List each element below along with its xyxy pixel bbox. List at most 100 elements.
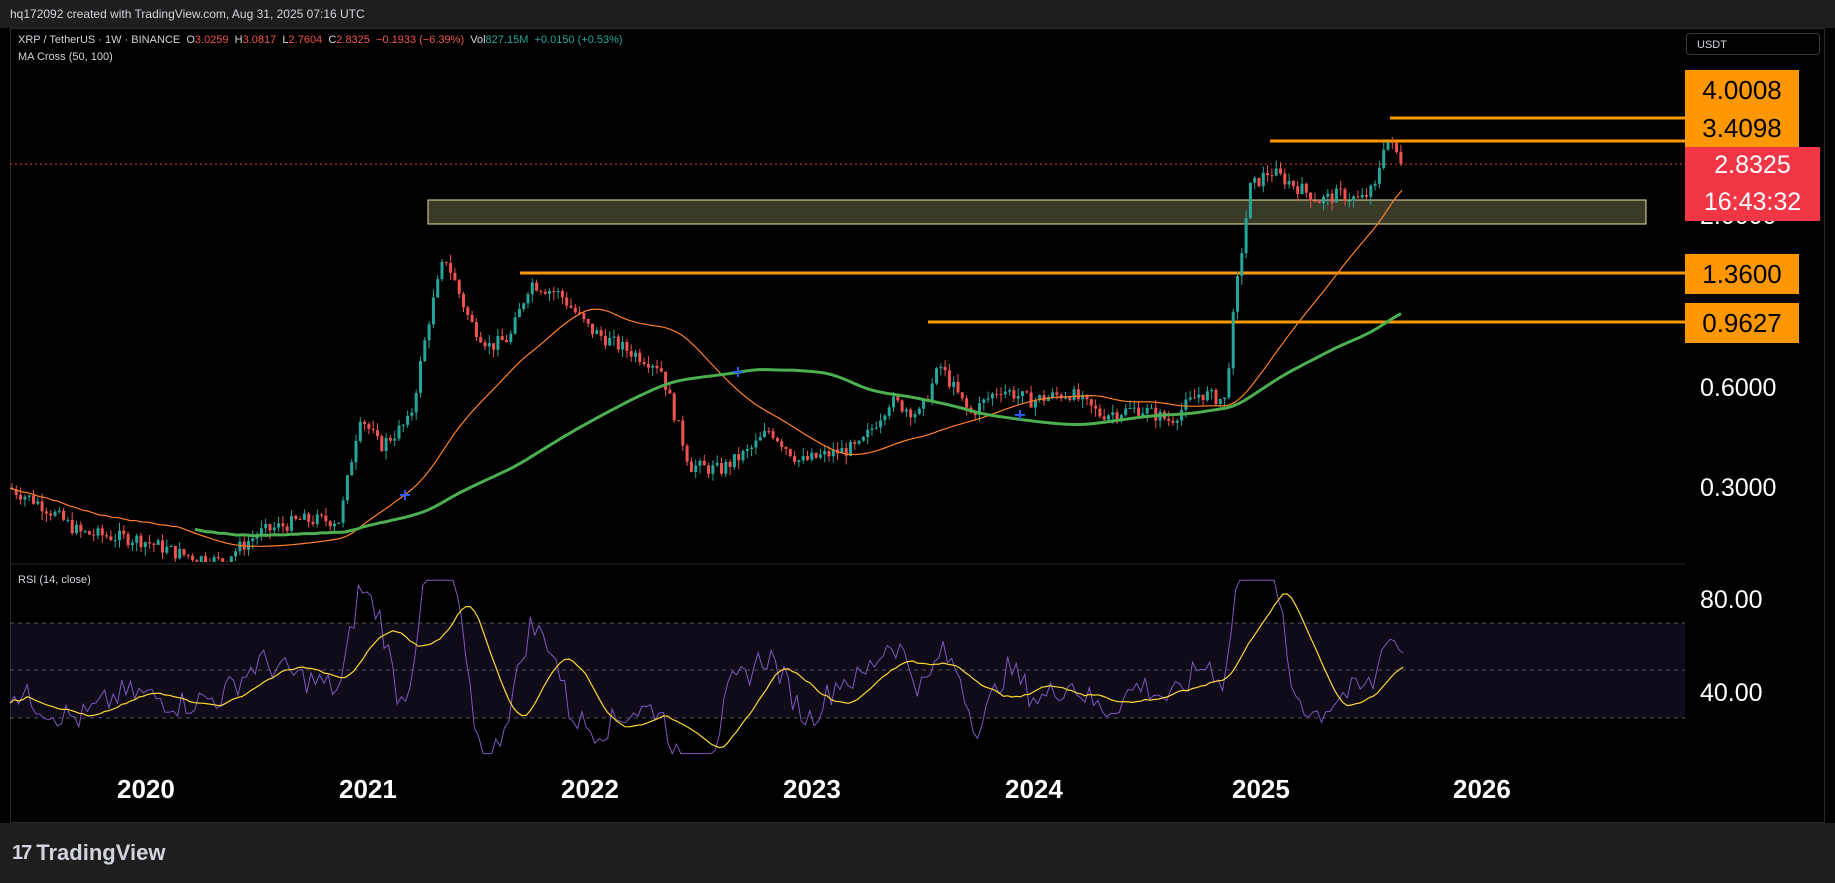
- candle-body: [853, 442, 857, 444]
- candle-body: [677, 420, 680, 422]
- candle-body: [1003, 391, 1007, 395]
- candle-body: [1137, 407, 1141, 416]
- candle-body: [526, 294, 530, 304]
- candle-body: [1231, 311, 1235, 369]
- candle-body: [535, 282, 539, 291]
- candle-body: [586, 319, 590, 324]
- candle-body: [1111, 412, 1115, 416]
- candle-body: [1025, 391, 1029, 393]
- low-value: 2.7604: [288, 34, 323, 46]
- candle-body: [1266, 172, 1270, 176]
- candle-body: [384, 437, 388, 452]
- candle-body: [1072, 389, 1076, 400]
- year-label-2023: 2023: [783, 774, 841, 804]
- candle-body: [986, 398, 990, 400]
- candle-body: [1274, 168, 1278, 176]
- candle-body: [70, 519, 74, 534]
- indicator-label[interactable]: MA Cross (50, 100): [18, 51, 113, 63]
- candle-body: [1171, 420, 1175, 423]
- candle-body: [603, 335, 607, 346]
- candle-body: [505, 340, 508, 343]
- candle-body: [741, 451, 745, 461]
- candle-body: [440, 262, 444, 280]
- candle-body: [1150, 407, 1153, 409]
- candle-body: [892, 396, 895, 408]
- candle-body: [345, 475, 349, 501]
- candle-body: [1175, 420, 1179, 423]
- candle-body: [758, 436, 762, 441]
- candle-body: [1124, 408, 1128, 415]
- candle-body: [1223, 397, 1227, 399]
- candle-body: [517, 309, 521, 318]
- candle-body: [1115, 412, 1119, 420]
- candle-body: [406, 415, 410, 425]
- rsi-tick-1: 80.00: [1700, 586, 1763, 614]
- candle-body: [698, 460, 702, 466]
- candle-body: [814, 452, 818, 458]
- candle-body: [629, 351, 633, 357]
- year-label-2020: 2020: [117, 774, 175, 804]
- candle-body: [1210, 389, 1214, 392]
- candle-body: [935, 368, 938, 384]
- candle-body: [1076, 389, 1080, 400]
- candle-body: [651, 365, 655, 368]
- ma-fast-line: [9, 189, 1403, 547]
- ma-cross-marker-0: +: [398, 485, 411, 504]
- candle-body: [96, 528, 100, 536]
- candle-body: [324, 515, 328, 522]
- candle-body: [247, 541, 250, 550]
- tradingview-logo[interactable]: 17 TradingView: [12, 840, 165, 866]
- candle-body: [754, 440, 758, 448]
- candle-body: [664, 371, 668, 390]
- candle-body: [543, 291, 547, 294]
- price-chart[interactable]: + + +: [0, 0, 1835, 883]
- candle-body: [861, 437, 865, 441]
- candle-body: [599, 330, 603, 336]
- candle-body: [1270, 175, 1274, 177]
- candle-body: [771, 431, 775, 438]
- candle-body: [363, 421, 367, 424]
- candle-body: [1330, 193, 1334, 203]
- candle-body: [681, 420, 685, 446]
- year-label-2021: 2021: [339, 774, 397, 804]
- open-label: O: [186, 34, 195, 46]
- candle-body: [1261, 172, 1265, 187]
- candle-body: [388, 437, 392, 441]
- candle-body: [1193, 397, 1196, 399]
- candle-body: [152, 543, 156, 545]
- candle-body: [298, 518, 302, 520]
- candle-body: [333, 523, 336, 527]
- candle-body: [492, 343, 496, 350]
- rsi-label[interactable]: RSI (14, close): [18, 574, 91, 586]
- currency-button[interactable]: USDT: [1686, 33, 1820, 55]
- candle-body: [1339, 188, 1343, 190]
- candle-body: [1356, 196, 1360, 198]
- candle-body: [1390, 142, 1394, 144]
- candle-body: [569, 305, 573, 308]
- candle-body: [780, 441, 784, 447]
- candle-body: [264, 524, 268, 529]
- candle-body: [1317, 201, 1321, 204]
- candle-body: [1334, 188, 1338, 203]
- candle-body: [823, 451, 827, 455]
- candle-body: [707, 465, 711, 474]
- price-tick-2: 0.3000: [1700, 474, 1777, 502]
- candle-body: [1386, 142, 1390, 150]
- candle-body: [161, 540, 164, 553]
- candle-body: [1236, 276, 1239, 312]
- candle-body: [1021, 391, 1024, 397]
- candle-body: [1107, 415, 1110, 420]
- candle-body: [87, 531, 91, 535]
- candle-body: [277, 523, 281, 528]
- current-price-tag: 2.8325 16:43:32: [1685, 147, 1820, 221]
- candle-body: [113, 540, 117, 542]
- candle-body: [311, 521, 315, 525]
- year-label-2022: 2022: [561, 774, 619, 804]
- ma-cross-marker-1: +: [731, 362, 744, 381]
- candle-body: [642, 362, 646, 365]
- candle-body: [952, 381, 956, 387]
- candle-body: [156, 540, 160, 545]
- candle-body: [990, 393, 994, 399]
- candle-body: [685, 445, 689, 462]
- candle-body: [328, 521, 332, 527]
